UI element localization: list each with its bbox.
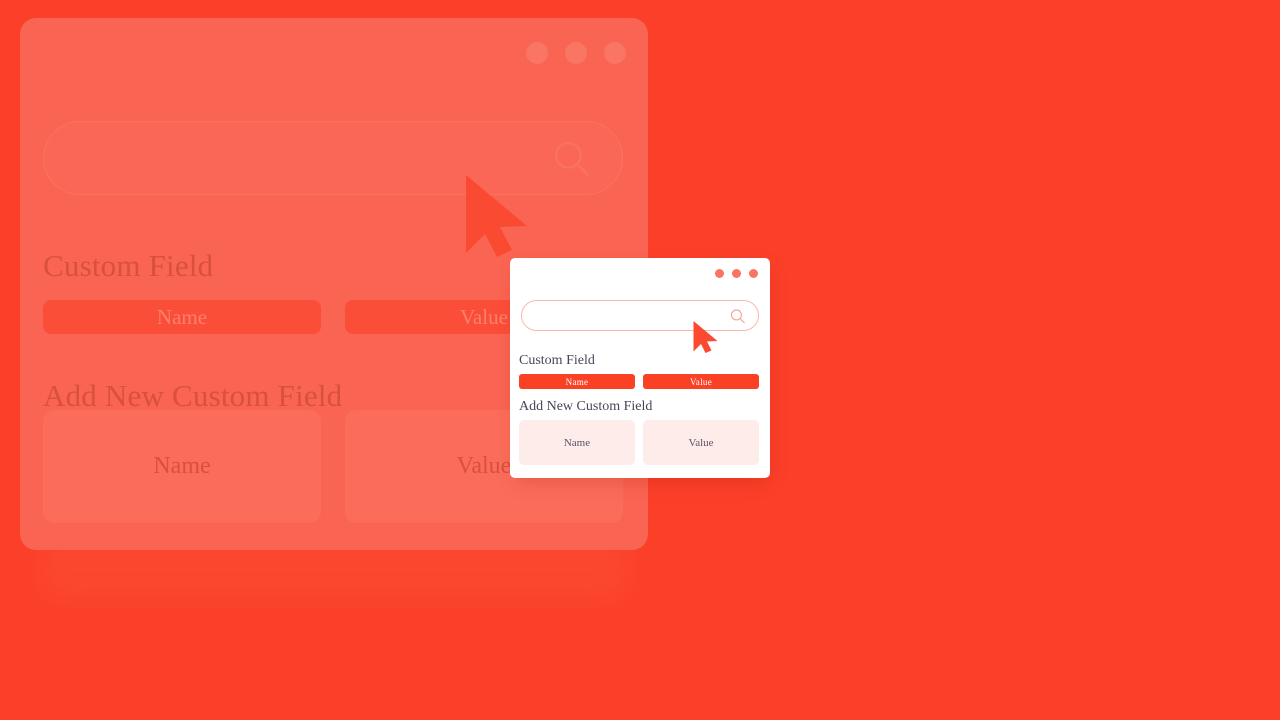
background-arrow-pointer-icon (466, 175, 527, 257)
background-window-titlebar (526, 42, 626, 64)
name-button[interactable]: Name (519, 374, 635, 389)
background-new-name-field[interactable]: Name (43, 410, 321, 523)
maximize-dot-icon[interactable] (749, 269, 758, 278)
value-button[interactable]: Value (643, 374, 759, 389)
close-dot-icon[interactable] (715, 269, 724, 278)
screen-canvas: Custom Field Name Value Add New Custom F… (0, 0, 1280, 720)
custom-field-heading: Custom Field (519, 353, 595, 368)
search-input[interactable] (521, 300, 759, 331)
arrow-pointer-icon (693, 321, 718, 353)
new-name-field[interactable]: Name (519, 420, 635, 465)
close-dot-icon[interactable] (526, 42, 548, 64)
popup-window-controls (715, 269, 758, 278)
popup-titlebar (510, 258, 770, 288)
add-new-custom-field-heading: Add New Custom Field (519, 399, 653, 414)
popup-window: Custom Field Name Value Add New Custom F… (510, 258, 770, 478)
minimize-dot-icon[interactable] (565, 42, 587, 64)
background-name-button[interactable]: Name (43, 300, 321, 334)
minimize-dot-icon[interactable] (732, 269, 741, 278)
search-icon (554, 141, 589, 176)
background-custom-field-heading: Custom Field (43, 248, 214, 283)
search-icon (730, 308, 745, 323)
new-value-field[interactable]: Value (643, 420, 759, 465)
maximize-dot-icon[interactable] (604, 42, 626, 64)
background-add-new-custom-field-heading: Add New Custom Field (43, 378, 343, 413)
